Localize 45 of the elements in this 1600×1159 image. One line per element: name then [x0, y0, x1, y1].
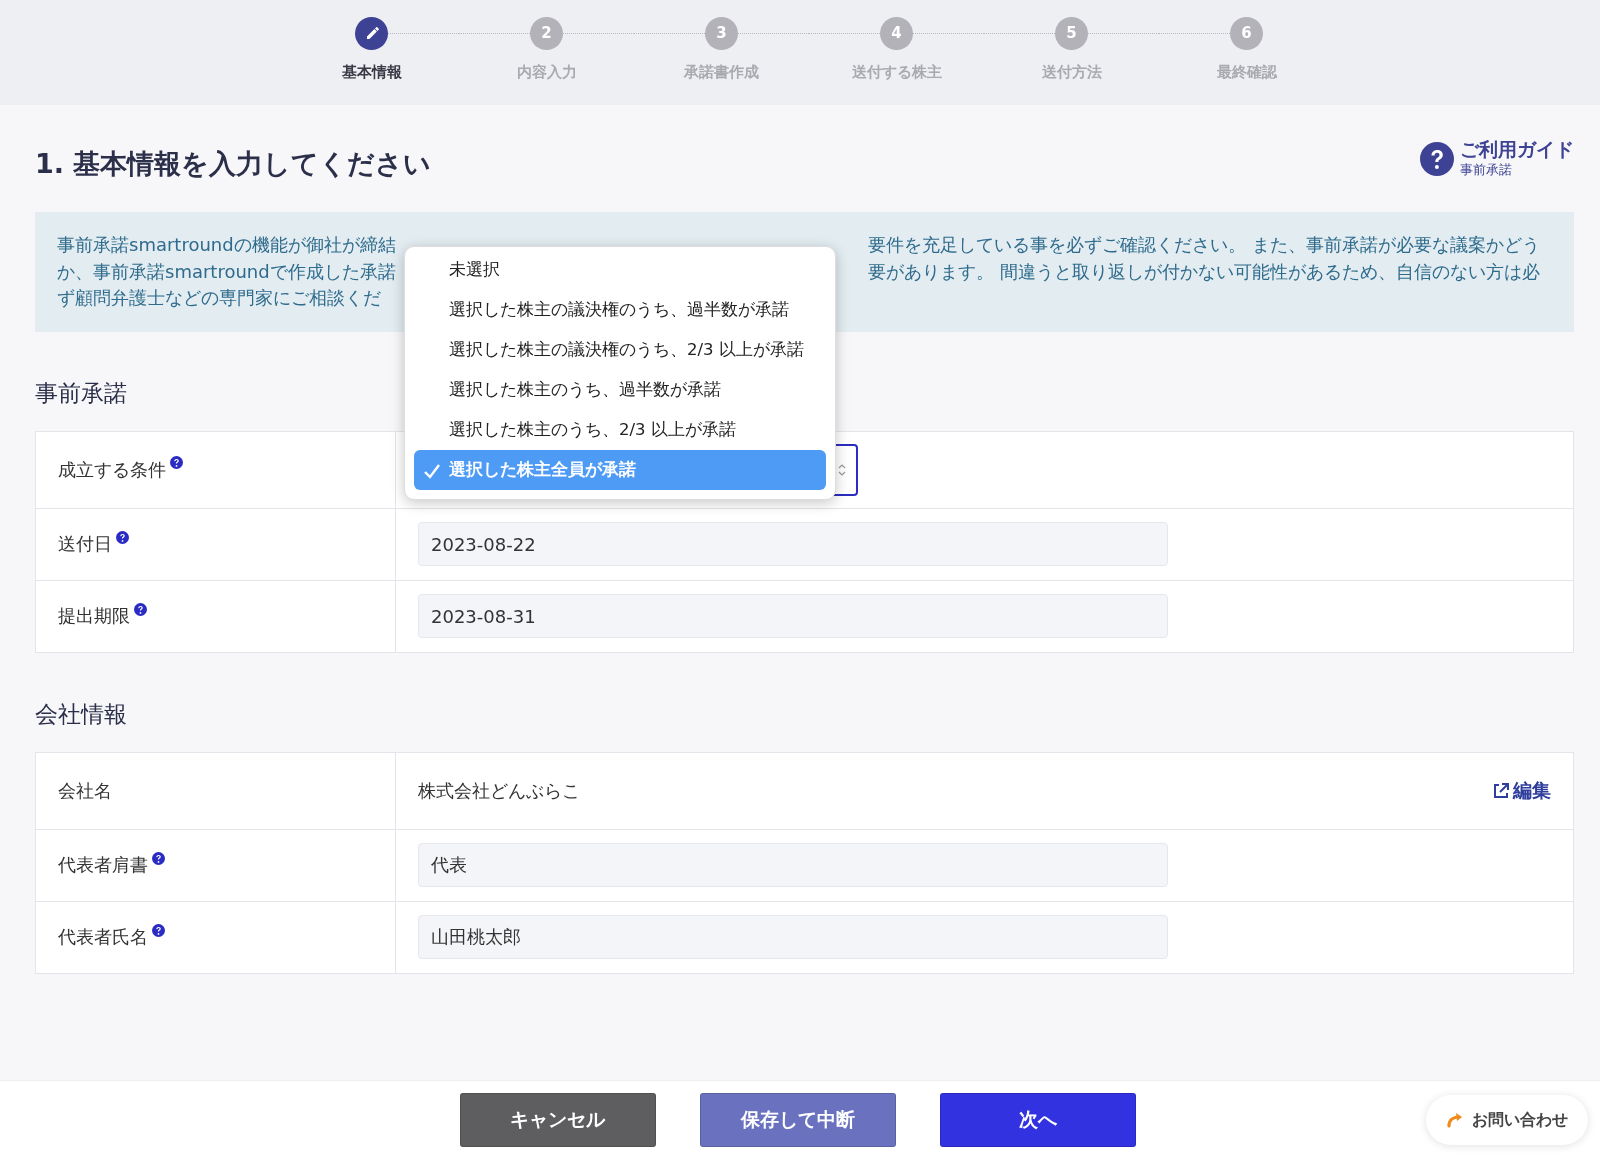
dropdown-option[interactable]: 未選択 [414, 250, 826, 290]
step-label: 承諾書作成 [684, 63, 759, 82]
checkmark-icon [423, 463, 441, 479]
step-label: 送付する株主 [851, 63, 942, 82]
step-number: 5 [1055, 16, 1088, 50]
notice-text: か、事前承諾smartroundで作成した承諾 [57, 259, 396, 284]
external-link-icon [1492, 781, 1510, 800]
notice-text: ず顧問弁護士などの専門家にご相談くだ [57, 286, 381, 310]
input-field[interactable]: 2023-08-31 [418, 594, 1168, 638]
dropdown-option[interactable]: 選択した株主のうち、過半数が承諾 [414, 370, 826, 410]
help-icon [1420, 142, 1454, 176]
page-title: 1. 基本情報を入力してください [35, 147, 432, 181]
dropdown-option[interactable]: 選択した株主の議決権のうち、過半数が承諾 [414, 290, 826, 330]
step-number: 6 [1230, 16, 1263, 50]
field-label: 代表者氏名 [58, 925, 148, 949]
step-label: 内容入力 [516, 63, 577, 82]
chevron-icon [838, 463, 846, 476]
step-label: 送付方法 [1041, 63, 1102, 82]
field-label: 会社名 [58, 778, 112, 803]
step-number: 4 [880, 16, 913, 50]
notice-text: 要件を充足している事を必ずご確認ください。 また、事前承諾が必要な議案かどう [868, 233, 1540, 257]
input-field[interactable]: 代表 [418, 843, 1168, 887]
notice-text: 要があります。 間違うと取り返しが付かない可能性があるため、自信のない方は必 [868, 259, 1540, 284]
contact-button[interactable]: お問い合わせ [1426, 1095, 1588, 1145]
input-field[interactable]: 2023-08-22 [418, 522, 1168, 566]
field-label: 成立する条件 [58, 457, 166, 482]
dropdown-option[interactable]: 選択した株主のうち、2/3 以上が承諾 [414, 410, 826, 450]
edit-link[interactable]: 編集 [1492, 777, 1551, 804]
save-button[interactable]: 保存して中断 [699, 1093, 896, 1147]
section-heading: 事前承諾 [35, 378, 127, 408]
input-field[interactable]: 山田桃太郎 [418, 915, 1168, 959]
step-number: 3 [705, 16, 738, 50]
field-label: 送付日 [58, 532, 112, 556]
step-number: 2 [530, 16, 563, 50]
dropdown-option[interactable]: 選択した株主の議決権のうち、2/3 以上が承諾 [414, 330, 826, 370]
field-label: 提出期限 [58, 604, 130, 628]
notice-text: 事前承諾smartroundの機能が御社が締結 [57, 233, 396, 257]
field-value: 株式会社どんぶらこ [418, 778, 580, 803]
next-button[interactable]: 次へ [939, 1093, 1136, 1147]
step-label: 最終確認 [1216, 63, 1277, 82]
cancel-button[interactable]: キャンセル [459, 1093, 656, 1147]
field-label: 代表者肩書 [58, 853, 148, 877]
step-label: 基本情報 [341, 63, 402, 82]
guide-link[interactable]: ご利用ガイド 事前承諾 [1420, 139, 1574, 179]
section-heading: 会社情報 [35, 699, 127, 729]
